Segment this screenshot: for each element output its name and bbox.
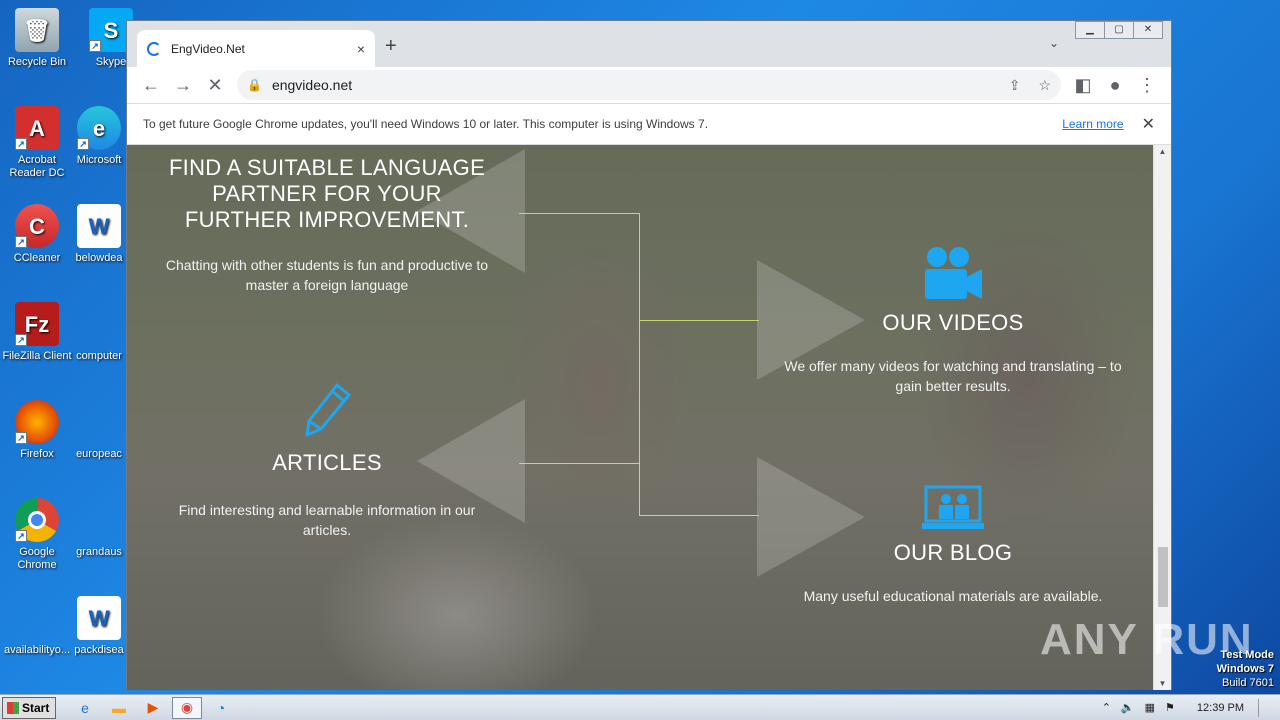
lock-icon[interactable]: 🔒: [247, 78, 262, 92]
video-camera-icon: [925, 247, 982, 299]
toolbar: ← → ✕ 🔒 engvideo.net ⇪ ☆ ◧ ● ⋮: [127, 67, 1171, 103]
blank-file-icon: [77, 400, 121, 444]
new-tab-button[interactable]: +: [385, 35, 397, 58]
acrobat-reader-icon[interactable]: A ↗ Acrobat Reader DC: [0, 106, 74, 180]
videos-heading: OUR VIDEOS: [882, 310, 1024, 335]
test-mode-label: Test Mode Windows 7 Build 7601: [1216, 649, 1274, 689]
chrome-logo-icon: ↗: [15, 498, 59, 542]
firefox-logo-icon: ↗: [15, 400, 59, 444]
share-icon[interactable]: ⇪: [1009, 77, 1021, 94]
recycle-bin-icon[interactable]: 🗑 Recycle Bin: [0, 8, 74, 69]
forward-icon[interactable]: →: [167, 75, 199, 96]
internet-explorer-icon[interactable]: e: [70, 697, 100, 719]
loading-spinner-icon: [147, 41, 161, 56]
acrobat-logo-icon: A ↗: [15, 106, 59, 150]
volume-icon[interactable]: 🔈: [1121, 701, 1135, 714]
minimize-button[interactable]: ▁: [1075, 21, 1105, 39]
page-scrollbar[interactable]: ▲ ▼: [1153, 145, 1171, 690]
tab-search-button[interactable]: ⌄: [1049, 36, 1059, 50]
connector-line: [519, 463, 639, 464]
address-bar[interactable]: 🔒 engvideo.net ⇪ ☆: [237, 70, 1061, 100]
connector-line: [519, 213, 639, 214]
learn-more-link[interactable]: Learn more: [1062, 117, 1123, 131]
blank-file-icon: [77, 498, 121, 542]
profile-avatar-icon[interactable]: ●: [1099, 75, 1131, 96]
windows-logo-icon: [7, 701, 19, 714]
show-hidden-icons-icon[interactable]: ⌃: [1102, 701, 1111, 714]
trash-icon: 🗑: [15, 8, 59, 52]
tab-strip: EngVideo.Net × + ⌄ ▁ ▢ ✕: [127, 21, 1171, 67]
partner-heading: FIND A SUITABLE LANGUAGE PARTNER FOR YOU…: [168, 155, 486, 232]
microsoft-edge-icon[interactable]: e ↗ Microsoft: [74, 106, 124, 167]
tab-engvideo[interactable]: EngVideo.Net ×: [137, 30, 375, 67]
word-doc-icon: W: [77, 596, 121, 640]
filezilla-icon[interactable]: Fz ↗ FileZilla Client: [0, 302, 74, 363]
partner-section: FIND A SUITABLE LANGUAGE PARTNER FOR YOU…: [157, 155, 497, 295]
computer-file-icon[interactable]: computer: [74, 302, 124, 363]
grandaus-file-icon[interactable]: grandaus: [74, 498, 124, 559]
blog-section: OUR BLOG Many useful educational materia…: [783, 485, 1123, 606]
connector-line: [639, 515, 759, 516]
presentation-icon: [922, 485, 984, 529]
filezilla-logo-icon: Fz ↗: [15, 302, 59, 346]
europeac-file-icon[interactable]: europeac: [74, 400, 124, 461]
connector-line: [639, 320, 759, 321]
ccleaner-icon[interactable]: C ↗ CCleaner: [0, 204, 74, 265]
action-center-flag-icon[interactable]: ⚑: [1165, 701, 1175, 714]
media-player-icon[interactable]: ▶: [138, 697, 168, 719]
scroll-up-icon[interactable]: ▲: [1154, 147, 1171, 156]
pencil-icon: [305, 383, 351, 437]
tab-title: EngVideo.Net: [171, 41, 245, 56]
belowdea-doc-icon[interactable]: W belowdea: [74, 204, 124, 265]
maximize-button[interactable]: ▢: [1104, 21, 1134, 39]
infobar-message: To get future Google Chrome updates, you…: [143, 117, 709, 131]
url-text[interactable]: engvideo.net: [272, 77, 991, 93]
blog-description: Many useful educational materials are av…: [803, 588, 1103, 604]
edge-logo-icon: e ↗: [77, 106, 121, 150]
blank-file-icon: [15, 596, 59, 640]
update-infobar: To get future Google Chrome updates, you…: [127, 103, 1171, 145]
connector-line: [639, 213, 640, 515]
back-icon[interactable]: ←: [135, 75, 167, 96]
web-page: FIND A SUITABLE LANGUAGE PARTNER FOR YOU…: [127, 145, 1154, 690]
articles-heading: ARTICLES: [272, 450, 382, 475]
firefox-icon[interactable]: ↗ Firefox: [0, 400, 74, 461]
side-panel-icon[interactable]: ◧: [1067, 75, 1099, 96]
taskbar: Start e ▬ ▶ ◉ ◔ ⌃ 🔈 ▦ ⚑ 12:39 PM: [0, 694, 1280, 720]
clock[interactable]: 12:39 PM: [1197, 702, 1244, 714]
blog-heading: OUR BLOG: [893, 540, 1013, 565]
packdisea-doc-icon[interactable]: W packdisea: [74, 596, 124, 657]
blank-file-icon: [77, 302, 121, 346]
edge-taskbar-icon[interactable]: ◔: [206, 697, 236, 719]
chrome-window: EngVideo.Net × + ⌄ ▁ ▢ ✕ ← → ✕ 🔒 engvide…: [126, 20, 1172, 690]
availability-file-icon[interactable]: availabilityo...: [0, 596, 74, 657]
articles-section: ARTICLES Find interesting and learnable …: [157, 381, 497, 540]
google-chrome-icon[interactable]: ↗ Google Chrome: [0, 498, 74, 572]
tab-close-icon[interactable]: ×: [357, 41, 365, 57]
start-button[interactable]: Start: [2, 696, 56, 719]
videos-section: OUR VIDEOS We offer many videos for watc…: [783, 245, 1123, 396]
infobar-close-icon[interactable]: ✕: [1142, 114, 1155, 134]
close-window-button[interactable]: ✕: [1133, 21, 1163, 39]
videos-description: We offer many videos for watching and tr…: [784, 358, 1122, 394]
file-explorer-icon[interactable]: ▬: [104, 697, 134, 719]
ccleaner-logo-icon: C ↗: [15, 204, 59, 248]
chrome-taskbar-icon[interactable]: ◉: [172, 696, 202, 719]
system-tray: ⌃ 🔈 ▦ ⚑ 12:39 PM: [1092, 698, 1280, 717]
show-desktop-button[interactable]: [1258, 698, 1272, 717]
bookmark-star-icon[interactable]: ☆: [1038, 77, 1051, 94]
word-doc-icon: W: [77, 204, 121, 248]
scroll-down-icon[interactable]: ▼: [1154, 679, 1171, 688]
window-controls: ▁ ▢ ✕: [1075, 21, 1163, 39]
network-icon[interactable]: ▦: [1145, 701, 1155, 714]
partner-description: Chatting with other students is fun and …: [165, 257, 489, 293]
articles-description: Find interesting and learnable informati…: [178, 502, 476, 538]
menu-kebab-icon[interactable]: ⋮: [1131, 75, 1163, 96]
scroll-thumb[interactable]: [1158, 547, 1168, 607]
stop-loading-icon[interactable]: ✕: [199, 75, 231, 96]
